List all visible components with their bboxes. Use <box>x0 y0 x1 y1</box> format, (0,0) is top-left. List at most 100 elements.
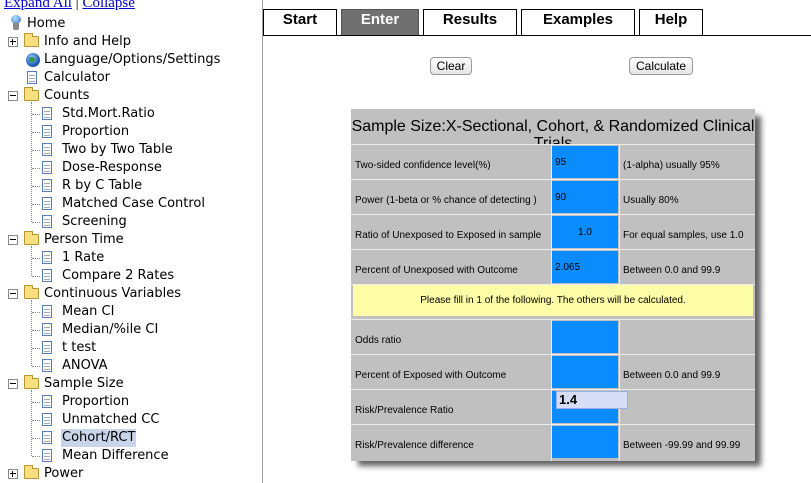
unexposed-outcome-input[interactable] <box>552 251 618 283</box>
risk-difference-input[interactable] <box>552 426 618 458</box>
navigation-tree: Expand All | Collapse Home Info and Help L… <box>0 0 262 483</box>
tree-item-label: Person Time <box>44 232 124 247</box>
row-divider <box>351 249 755 250</box>
collapse-icon[interactable] <box>8 91 18 101</box>
document-icon <box>42 161 52 174</box>
document-icon <box>42 323 52 336</box>
tab-results[interactable]: Results <box>423 9 517 35</box>
tree-item-cohort-rct[interactable]: Cohort/RCT <box>0 429 262 447</box>
tree-item-mean-difference[interactable]: Mean Difference <box>0 447 262 465</box>
expand-icon[interactable] <box>8 37 18 47</box>
tab-examples[interactable]: Examples <box>521 9 635 35</box>
clear-button[interactable]: Clear <box>430 57 472 75</box>
risk-difference-hint: Between -99.99 and 99.99 <box>623 440 741 451</box>
collapse-icon[interactable] <box>8 379 18 389</box>
exposed-outcome-input[interactable] <box>552 356 618 388</box>
tree-item-proportion[interactable]: Proportion <box>0 123 262 141</box>
tree-branch-line <box>32 330 40 331</box>
risk-ratio-editing-field[interactable]: 1.4 <box>556 391 628 409</box>
tree-item-t-test[interactable]: t test <box>0 339 262 357</box>
ratio-input[interactable] <box>552 216 618 248</box>
tree-item-label: 1 Rate <box>62 250 105 265</box>
tree-item-power[interactable]: Power <box>0 465 262 483</box>
document-icon <box>42 341 52 354</box>
tree-item-unmatched-cc[interactable]: Unmatched CC <box>0 411 262 429</box>
tree-item-continuous-variables[interactable]: Continuous Variables <box>0 285 262 303</box>
confidence-level-hint: (1-alpha) usually 95% <box>623 160 720 171</box>
expand-all-link[interactable]: Expand All <box>4 0 72 11</box>
tree-branch-line <box>32 420 40 421</box>
tab-bar-line <box>263 35 811 36</box>
tree-item-sample-size[interactable]: Sample Size <box>0 375 262 393</box>
tree-item-median-ile-ci[interactable]: Median/%ile CI <box>0 321 262 339</box>
tree-item-label: Home <box>27 16 66 31</box>
tree-item-home[interactable]: Home <box>0 15 262 33</box>
tree-branch-line <box>32 186 40 187</box>
tree-item-label: Unmatched CC <box>62 412 160 427</box>
tab-help[interactable]: Help <box>639 9 703 35</box>
tree-item-mean-ci[interactable]: Mean CI <box>0 303 262 321</box>
tab-start[interactable]: Start <box>263 9 337 35</box>
folder-icon <box>24 33 39 47</box>
document-icon <box>42 197 52 210</box>
tree-item-r-by-c-table[interactable]: R by C Table <box>0 177 262 195</box>
tree-controls-separator: | <box>75 0 79 11</box>
document-icon <box>42 143 52 156</box>
ratio-label: Ratio of Unexposed to Exposed in sample <box>355 230 542 241</box>
tree-item-label: Screening <box>62 214 127 229</box>
collapse-icon[interactable] <box>8 235 18 245</box>
frame-divider[interactable] <box>262 0 263 483</box>
tree-item-compare-2-rates[interactable]: Compare 2 Rates <box>0 267 262 285</box>
tree-branch-line <box>32 204 40 205</box>
tree-item-counts[interactable]: Counts <box>0 87 262 105</box>
tree-item-label: Dose-Response <box>62 160 162 175</box>
folder-open-icon <box>24 231 39 245</box>
tree-item-label: Power <box>44 466 84 481</box>
tree-branch-line <box>32 276 40 277</box>
collapse-icon[interactable] <box>8 289 18 299</box>
tree-item-language-options-settings[interactable]: Language/Options/Settings <box>0 51 262 69</box>
tree-item-label: Language/Options/Settings <box>44 52 221 67</box>
document-icon <box>42 449 52 462</box>
tree-item-anova[interactable]: ANOVA <box>0 357 262 375</box>
expand-icon[interactable] <box>8 469 18 479</box>
ratio-hint: For equal samples, use 1.0 <box>623 230 744 241</box>
tree-item-proportion[interactable]: Proportion <box>0 393 262 411</box>
tree-item-std-mort-ratio[interactable]: Std.Mort.Ratio <box>0 105 262 123</box>
unexposed-outcome-label: Percent of Unexposed with Outcome <box>355 265 518 276</box>
tab-enter[interactable]: Enter <box>341 9 419 35</box>
power-input[interactable] <box>552 181 618 213</box>
tree-item-label: Median/%ile CI <box>62 322 159 337</box>
tree-item-label: Info and Help <box>44 34 131 49</box>
tree-branch-line <box>32 114 40 115</box>
document-icon <box>42 179 52 192</box>
odds-ratio-input[interactable] <box>552 321 618 353</box>
confidence-level-label: Two-sided confidence level(%) <box>355 160 491 171</box>
tree-item-calculator[interactable]: Calculator <box>0 69 262 87</box>
tree-item-info-and-help[interactable]: Info and Help <box>0 33 262 51</box>
confidence-level-input[interactable] <box>552 146 618 178</box>
tree-branch-line <box>32 168 40 169</box>
tree-branch-line <box>32 456 40 457</box>
tree-item-matched-case-control[interactable]: Matched Case Control <box>0 195 262 213</box>
tree-item-label: Proportion <box>62 394 130 409</box>
tree-item-dose-response[interactable]: Dose-Response <box>0 159 262 177</box>
globe-icon <box>26 53 40 67</box>
tree-item-label: Two by Two Table <box>62 142 173 157</box>
row-divider <box>351 144 755 145</box>
calculate-button[interactable]: Calculate <box>629 57 693 75</box>
folder-open-icon <box>24 375 39 389</box>
tree-item-1-rate[interactable]: 1 Rate <box>0 249 262 267</box>
document-icon <box>27 71 37 84</box>
power-label: Power (1-beta or % chance of detecting ) <box>355 195 537 206</box>
tree-item-person-time[interactable]: Person Time <box>0 231 262 249</box>
document-icon <box>42 125 52 138</box>
unexposed-outcome-hint: Between 0.0 and 99.9 <box>623 265 721 276</box>
exposed-outcome-label: Percent of Exposed with Outcome <box>355 370 507 381</box>
document-icon <box>42 215 52 228</box>
tree-item-label: R by C Table <box>62 178 143 193</box>
tree-branch-line <box>32 222 40 223</box>
tree-item-screening[interactable]: Screening <box>0 213 262 231</box>
tree-item-two-by-two-table[interactable]: Two by Two Table <box>0 141 262 159</box>
collapse-link[interactable]: Collapse <box>82 0 135 11</box>
